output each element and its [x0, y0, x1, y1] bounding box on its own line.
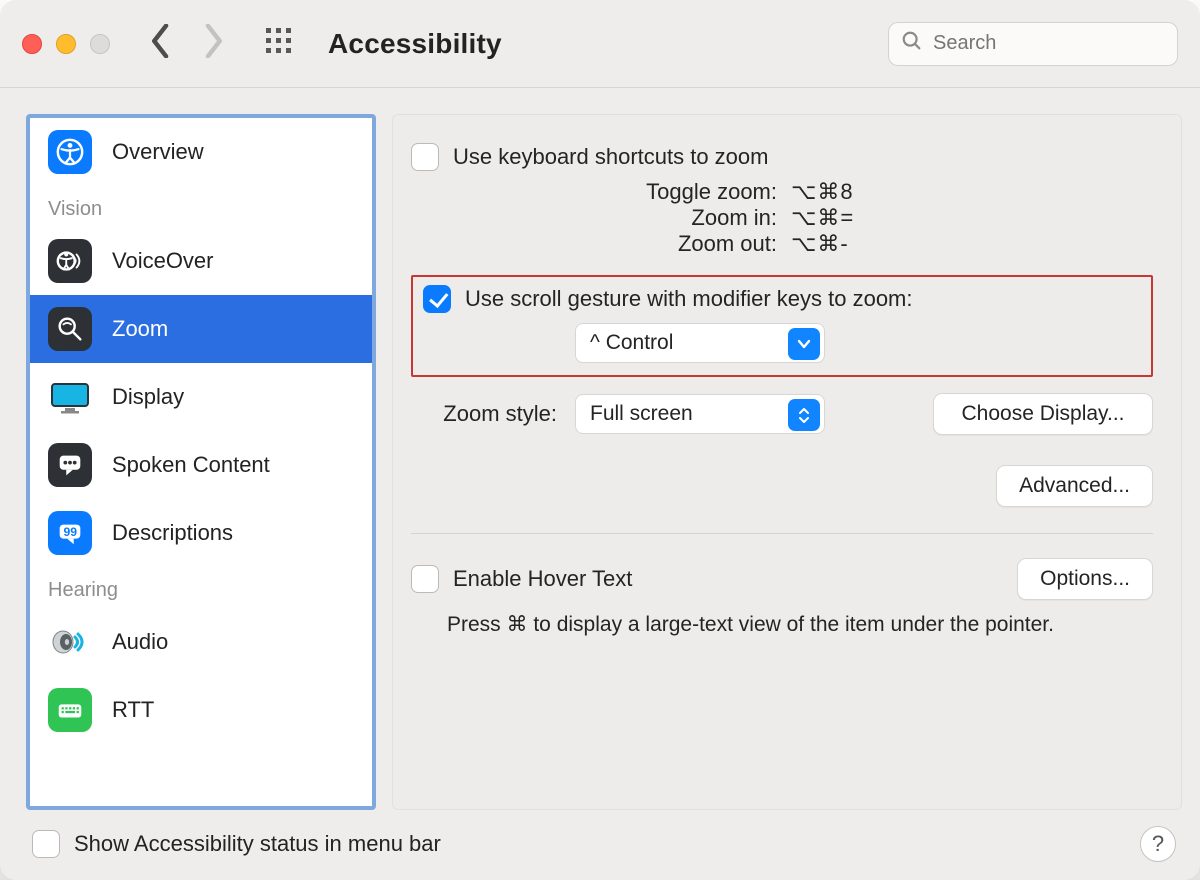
choose-display-button[interactable]: Choose Display...: [933, 393, 1153, 435]
window-title: Accessibility: [328, 28, 502, 60]
modifier-key-value: ^ Control: [590, 331, 673, 355]
sidebar-item-label: VoiceOver: [112, 248, 214, 274]
hover-text-label: Enable Hover Text: [453, 566, 632, 592]
hover-options-button[interactable]: Options...: [1017, 558, 1153, 600]
chevron-down-icon: [788, 328, 820, 360]
modifier-key-select[interactable]: ^ Control: [575, 323, 825, 363]
sidebar-heading-hearing: Hearing: [30, 567, 372, 608]
audio-icon: [48, 620, 92, 664]
sidebar-item-voiceover[interactable]: VoiceOver: [30, 227, 372, 295]
forward-button[interactable]: [202, 24, 224, 63]
zoom-in-label: Zoom in:: [411, 205, 791, 231]
window-minimize-button[interactable]: [56, 34, 76, 54]
accessibility-icon: [48, 130, 92, 174]
sidebar-heading-vision: Vision: [30, 186, 372, 227]
descriptions-icon: 99: [48, 511, 92, 555]
sidebar-item-label: Display: [112, 384, 184, 410]
shortcut-list: Toggle zoom: ⌥⌘8 Zoom in: ⌥⌘= Zoom out: …: [411, 179, 1153, 257]
window-zoom-button[interactable]: [90, 34, 110, 54]
statusbar-checkbox[interactable]: [32, 830, 60, 858]
statusbar-label: Show Accessibility status in menu bar: [74, 831, 441, 857]
display-icon: [48, 375, 92, 419]
keyboard-shortcuts-checkbox[interactable]: [411, 143, 439, 171]
toggle-zoom-keys: ⌥⌘8: [791, 179, 854, 205]
sidebar-item-label: RTT: [112, 697, 154, 723]
toggle-zoom-label: Toggle zoom:: [411, 179, 791, 205]
voiceover-icon: [48, 239, 92, 283]
scroll-gesture-highlight: Use scroll gesture with modifier keys to…: [411, 275, 1153, 377]
sidebar-item-spoken-content[interactable]: Spoken Content: [30, 431, 372, 499]
zoom-out-keys: ⌥⌘-: [791, 231, 849, 257]
sidebar-item-overview[interactable]: Overview: [30, 118, 372, 186]
back-button[interactable]: [150, 24, 172, 63]
show-all-prefs-button[interactable]: [264, 26, 294, 61]
search-field[interactable]: [888, 22, 1178, 66]
keyboard-shortcuts-label: Use keyboard shortcuts to zoom: [453, 144, 768, 170]
sidebar-item-label: Overview: [112, 139, 204, 165]
sidebar-item-label: Descriptions: [112, 520, 233, 546]
zoom-icon: [48, 307, 92, 351]
window-close-button[interactable]: [22, 34, 42, 54]
sidebar-item-label: Spoken Content: [112, 452, 270, 478]
zoom-style-label: Zoom style:: [411, 401, 557, 427]
sidebar-item-audio[interactable]: Audio: [30, 608, 372, 676]
scroll-gesture-label: Use scroll gesture with modifier keys to…: [465, 286, 913, 312]
advanced-button[interactable]: Advanced...: [996, 465, 1153, 507]
zoom-style-value: Full screen: [590, 402, 693, 426]
sidebar-item-descriptions[interactable]: 99 Descriptions: [30, 499, 372, 567]
hover-text-checkbox[interactable]: [411, 565, 439, 593]
hover-text-description: Press ⌘ to display a large-text view of …: [447, 612, 1153, 637]
search-input[interactable]: [931, 31, 1200, 56]
sidebar-item-display[interactable]: Display: [30, 363, 372, 431]
svg-text:99: 99: [63, 525, 77, 539]
stepper-caret-icon: [788, 399, 820, 431]
rtt-icon: [48, 688, 92, 732]
sidebar: Overview Vision VoiceOver Zoom Displa: [26, 114, 376, 810]
help-button[interactable]: ?: [1140, 826, 1176, 862]
divider: [411, 533, 1153, 534]
spoken-content-icon: [48, 443, 92, 487]
zoom-style-select[interactable]: Full screen: [575, 394, 825, 434]
sidebar-item-label: Audio: [112, 629, 168, 655]
content-panel: Use keyboard shortcuts to zoom Toggle zo…: [392, 114, 1182, 810]
sidebar-item-rtt[interactable]: RTT: [30, 676, 372, 744]
search-icon: [901, 30, 923, 57]
sidebar-item-label: Zoom: [112, 316, 168, 342]
zoom-out-label: Zoom out:: [411, 231, 791, 257]
scroll-gesture-checkbox[interactable]: [423, 285, 451, 313]
sidebar-item-zoom[interactable]: Zoom: [30, 295, 372, 363]
zoom-in-keys: ⌥⌘=: [791, 205, 854, 231]
